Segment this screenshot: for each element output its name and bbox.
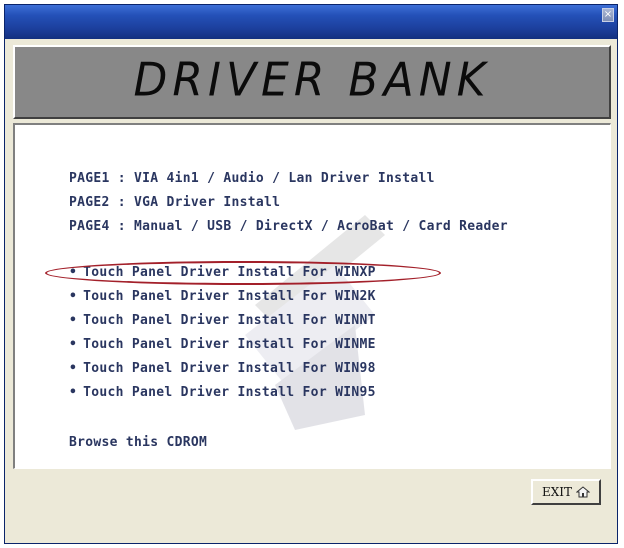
bullet-icon: •	[69, 313, 78, 328]
bullet-icon: •	[69, 361, 78, 376]
touch-panel-win98-link[interactable]: • Touch Panel Driver Install For WIN98	[69, 361, 376, 376]
bullet-icon: •	[69, 265, 78, 280]
bullet-icon: •	[69, 385, 78, 400]
home-icon	[576, 486, 591, 498]
link-label: Touch Panel Driver Install For WIN98	[83, 361, 376, 376]
touch-panel-winme-link[interactable]: • Touch Panel Driver Install For WINME	[69, 337, 376, 352]
page1-link[interactable]: PAGE1 : VIA 4in1 / Audio / Lan Driver In…	[69, 171, 435, 186]
app-title: DRIVER BANK	[133, 53, 491, 108]
page2-link[interactable]: PAGE2 : VGA Driver Install	[69, 195, 280, 210]
link-label: Touch Panel Driver Install For WIN2K	[83, 289, 376, 304]
link-label: Touch Panel Driver Install For WIN95	[83, 385, 376, 400]
browse-cdrom-link[interactable]: Browse this CDROM	[69, 435, 207, 450]
driver-bank-window: × DRIVER BANK PAGE1 : VIA 4in1 / Audio /…	[4, 4, 618, 544]
page4-link[interactable]: PAGE4 : Manual / USB / DirectX / AcroBat…	[69, 219, 508, 234]
banner: DRIVER BANK	[13, 45, 611, 119]
menu-panel: PAGE1 : VIA 4in1 / Audio / Lan Driver In…	[13, 123, 611, 469]
exit-label: EXIT	[541, 485, 573, 499]
touch-panel-win2k-link[interactable]: • Touch Panel Driver Install For WIN2K	[69, 289, 376, 304]
bullet-icon: •	[69, 337, 78, 352]
title-bar[interactable]: ×	[5, 5, 617, 39]
exit-button[interactable]: EXIT	[531, 479, 601, 505]
touch-panel-win95-link[interactable]: • Touch Panel Driver Install For WIN95	[69, 385, 376, 400]
link-label: Touch Panel Driver Install For WINNT	[83, 313, 376, 328]
footer: EXIT	[13, 471, 611, 537]
link-label: Touch Panel Driver Install For WINME	[83, 337, 376, 352]
touch-panel-winxp-link[interactable]: • Touch Panel Driver Install For WINXP	[69, 265, 376, 280]
close-button[interactable]: ×	[602, 8, 614, 22]
link-label: Touch Panel Driver Install For WINXP	[83, 265, 376, 280]
touch-panel-winnt-link[interactable]: • Touch Panel Driver Install For WINNT	[69, 313, 376, 328]
bullet-icon: •	[69, 289, 78, 304]
